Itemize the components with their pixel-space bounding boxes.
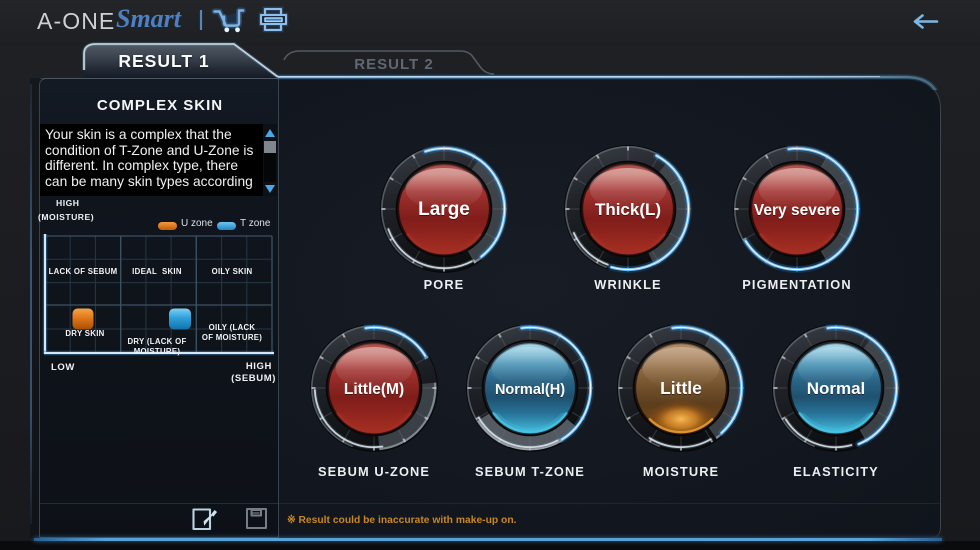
svg-text:OF MOISTURE): OF MOISTURE) [202, 333, 262, 342]
svg-text:OILY (LACK: OILY (LACK [209, 323, 256, 332]
svg-text:HIGH: HIGH [246, 361, 272, 372]
svg-text:OILY SKIN: OILY SKIN [212, 267, 253, 276]
svg-text:IDEAL SKIN: IDEAL SKIN [132, 267, 182, 276]
svg-text:MOISTURE): MOISTURE) [134, 347, 181, 356]
svg-text:Thick(L): Thick(L) [595, 200, 661, 219]
svg-text:(SEBUM): (SEBUM) [231, 373, 276, 384]
svg-text:DRY SKIN: DRY SKIN [65, 329, 104, 338]
svg-text:DRY (LACK OF: DRY (LACK OF [127, 337, 186, 346]
svg-text:Little: Little [660, 378, 702, 398]
svg-text:Little(M): Little(M) [344, 381, 404, 398]
svg-text:Normal: Normal [807, 379, 866, 398]
svg-text:Very severe: Very severe [754, 202, 841, 219]
svg-text:LACK OF SEBUM: LACK OF SEBUM [49, 267, 118, 276]
svg-text:LOW: LOW [51, 362, 75, 373]
svg-text:Normal(H): Normal(H) [495, 382, 565, 398]
svg-text:Large: Large [418, 199, 470, 220]
